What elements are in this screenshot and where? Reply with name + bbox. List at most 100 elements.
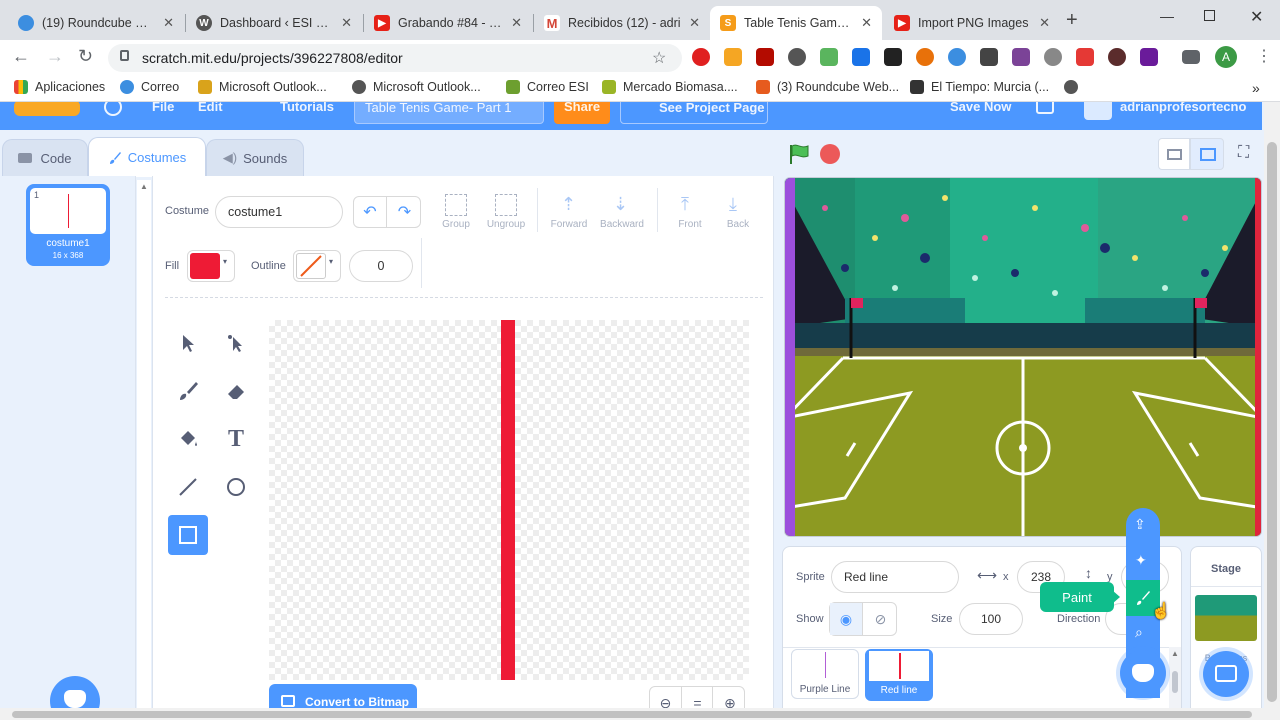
extension-icon[interactable] (692, 48, 710, 66)
edit-menu[interactable]: Edit (198, 102, 223, 114)
stage-canvas[interactable] (784, 177, 1262, 537)
pdf-extension-icon[interactable] (756, 48, 774, 66)
forward-icon[interactable]: ⇡ (561, 194, 576, 215)
extension-icon[interactable] (1044, 48, 1062, 66)
bookmark-item[interactable]: Correo (120, 80, 179, 94)
bookmark-item[interactable] (1064, 80, 1085, 94)
size-input[interactable]: 100 (959, 603, 1023, 635)
tab-costumes[interactable]: Costumes (88, 137, 206, 177)
browser-tab[interactable]: ▶ Grabando #84 - You ✕ (364, 6, 532, 40)
my-stuff-icon[interactable] (1036, 102, 1054, 114)
extension-icon[interactable] (820, 48, 838, 66)
extension-icon[interactable] (1076, 48, 1094, 66)
language-globe-icon[interactable] (104, 102, 122, 116)
media-icon[interactable] (1182, 50, 1200, 64)
extension-icon[interactable] (788, 48, 806, 66)
extension-icon[interactable] (724, 48, 742, 66)
rectangle-tool[interactable] (168, 515, 208, 555)
upload-sprite-icon[interactable]: ⇪ (1134, 516, 1146, 533)
extension-icon[interactable] (1140, 48, 1158, 66)
minimize-icon[interactable]: — (1160, 8, 1174, 24)
browser-tab[interactable]: M Recibidos (12) - adri ✕ (534, 6, 710, 40)
show-eye-icon[interactable]: ◉ (830, 603, 863, 635)
window-close-icon[interactable]: ✕ (1250, 7, 1263, 27)
costume-tile[interactable]: 1 costume1 16 x 368 (26, 184, 110, 266)
fill-tool[interactable] (168, 419, 208, 459)
close-icon[interactable]: ✕ (341, 15, 352, 31)
hide-eye-icon[interactable]: ⊘ (864, 603, 897, 635)
bookmark-item[interactable]: Microsoft Outlook... (198, 80, 327, 94)
redo-icon[interactable]: ↷ (388, 197, 421, 227)
paint-canvas[interactable] (269, 320, 749, 680)
stop-button[interactable] (820, 144, 840, 164)
bookmark-item[interactable]: Correo ESI (506, 80, 589, 94)
extension-icon[interactable] (980, 48, 998, 66)
choose-backdrop-button[interactable] (1203, 651, 1249, 697)
close-icon[interactable]: ✕ (1039, 15, 1050, 31)
url-input[interactable]: scratch.mit.edu/projects/396227808/edito… (108, 44, 682, 72)
back-icon[interactable]: ← (12, 46, 30, 67)
sprite-tile[interactable]: Purple Line (791, 649, 859, 699)
extension-icon[interactable] (1012, 48, 1030, 66)
browser-tab-active[interactable]: S Table Tenis Game- P ✕ (710, 6, 882, 40)
fullscreen-icon[interactable]: ⛶ (1238, 144, 1249, 162)
bookmark-star-icon[interactable]: ☆ (652, 48, 666, 68)
sprite-tile-selected[interactable]: Red line (865, 649, 933, 701)
text-tool[interactable]: T (216, 419, 256, 459)
fill-color-picker[interactable]: ▾ (187, 250, 235, 282)
line-tool[interactable] (168, 467, 208, 507)
extension-icon[interactable] (916, 48, 934, 66)
brush-tool[interactable] (168, 371, 208, 411)
close-icon[interactable]: ✕ (163, 15, 174, 31)
tab-code[interactable]: Code (2, 139, 88, 176)
forward-icon[interactable]: → (46, 46, 64, 67)
choose-sprite-button[interactable] (1120, 650, 1166, 696)
group-icon[interactable] (445, 194, 467, 216)
close-icon[interactable]: ✕ (511, 15, 522, 31)
select-tool[interactable] (168, 323, 208, 363)
green-flag-button[interactable] (788, 143, 810, 170)
new-tab-button[interactable]: + (1066, 9, 1078, 32)
extension-icon[interactable] (1108, 48, 1126, 66)
back-icon[interactable]: ⤓ (729, 194, 737, 215)
share-button[interactable]: Share (554, 102, 610, 124)
tutorials-menu[interactable]: Tutorials (280, 102, 334, 114)
large-stage-button[interactable] (1190, 138, 1224, 170)
bookmark-item[interactable]: El Tiempo: Murcia (... (910, 80, 1049, 94)
backward-icon[interactable]: ⇣ (613, 194, 628, 215)
search-icon[interactable]: ⌕ (1135, 624, 1143, 641)
sprite-name-input[interactable]: Red line (831, 561, 959, 593)
scratch-logo[interactable] (14, 102, 80, 116)
browser-tab[interactable]: (19) Roundcube Web ✕ (8, 6, 184, 40)
reshape-tool[interactable] (216, 323, 256, 363)
extension-icon[interactable] (948, 48, 966, 66)
save-now-button[interactable]: Save Now (950, 102, 1011, 114)
outline-width-input[interactable]: 0 (349, 250, 413, 282)
reload-icon[interactable]: ↻ (78, 46, 93, 67)
costume-list-scrollbar[interactable]: ▲ (137, 180, 151, 720)
download-extension-icon[interactable] (852, 48, 870, 66)
eraser-tool[interactable] (216, 371, 256, 411)
see-project-page-button[interactable]: See Project Page (620, 102, 768, 124)
bookmark-item[interactable]: Aplicaciones (14, 80, 105, 94)
file-menu[interactable]: File (152, 102, 174, 114)
bookmark-item[interactable]: Microsoft Outlook... (352, 80, 481, 94)
page-scrollbar[interactable] (1264, 102, 1280, 708)
costume-name-input[interactable]: costume1 (215, 196, 343, 228)
outline-color-picker[interactable]: ▾ (293, 250, 341, 282)
profile-avatar[interactable]: A (1215, 46, 1237, 68)
ungroup-icon[interactable] (495, 194, 517, 216)
close-icon[interactable]: ✕ (689, 15, 700, 31)
close-icon[interactable]: ✕ (861, 15, 872, 31)
circle-tool[interactable] (216, 467, 256, 507)
username[interactable]: adrianprofesortecno (1120, 102, 1246, 114)
undo-icon[interactable]: ↶ (354, 197, 387, 227)
menu-dots-icon[interactable]: ⋮ (1256, 46, 1272, 66)
project-title-input[interactable]: Table Tenis Game- Part 1 (354, 102, 544, 124)
restore-icon[interactable] (1204, 10, 1215, 21)
bookmark-item[interactable]: (3) Roundcube Web... (756, 80, 899, 94)
horizontal-scrollbar[interactable] (0, 708, 1280, 720)
small-stage-button[interactable] (1158, 138, 1190, 170)
more-bookmarks-button[interactable]: » (1252, 80, 1260, 96)
browser-tab[interactable]: W Dashboard ‹ ESI Ren ✕ (186, 6, 362, 40)
